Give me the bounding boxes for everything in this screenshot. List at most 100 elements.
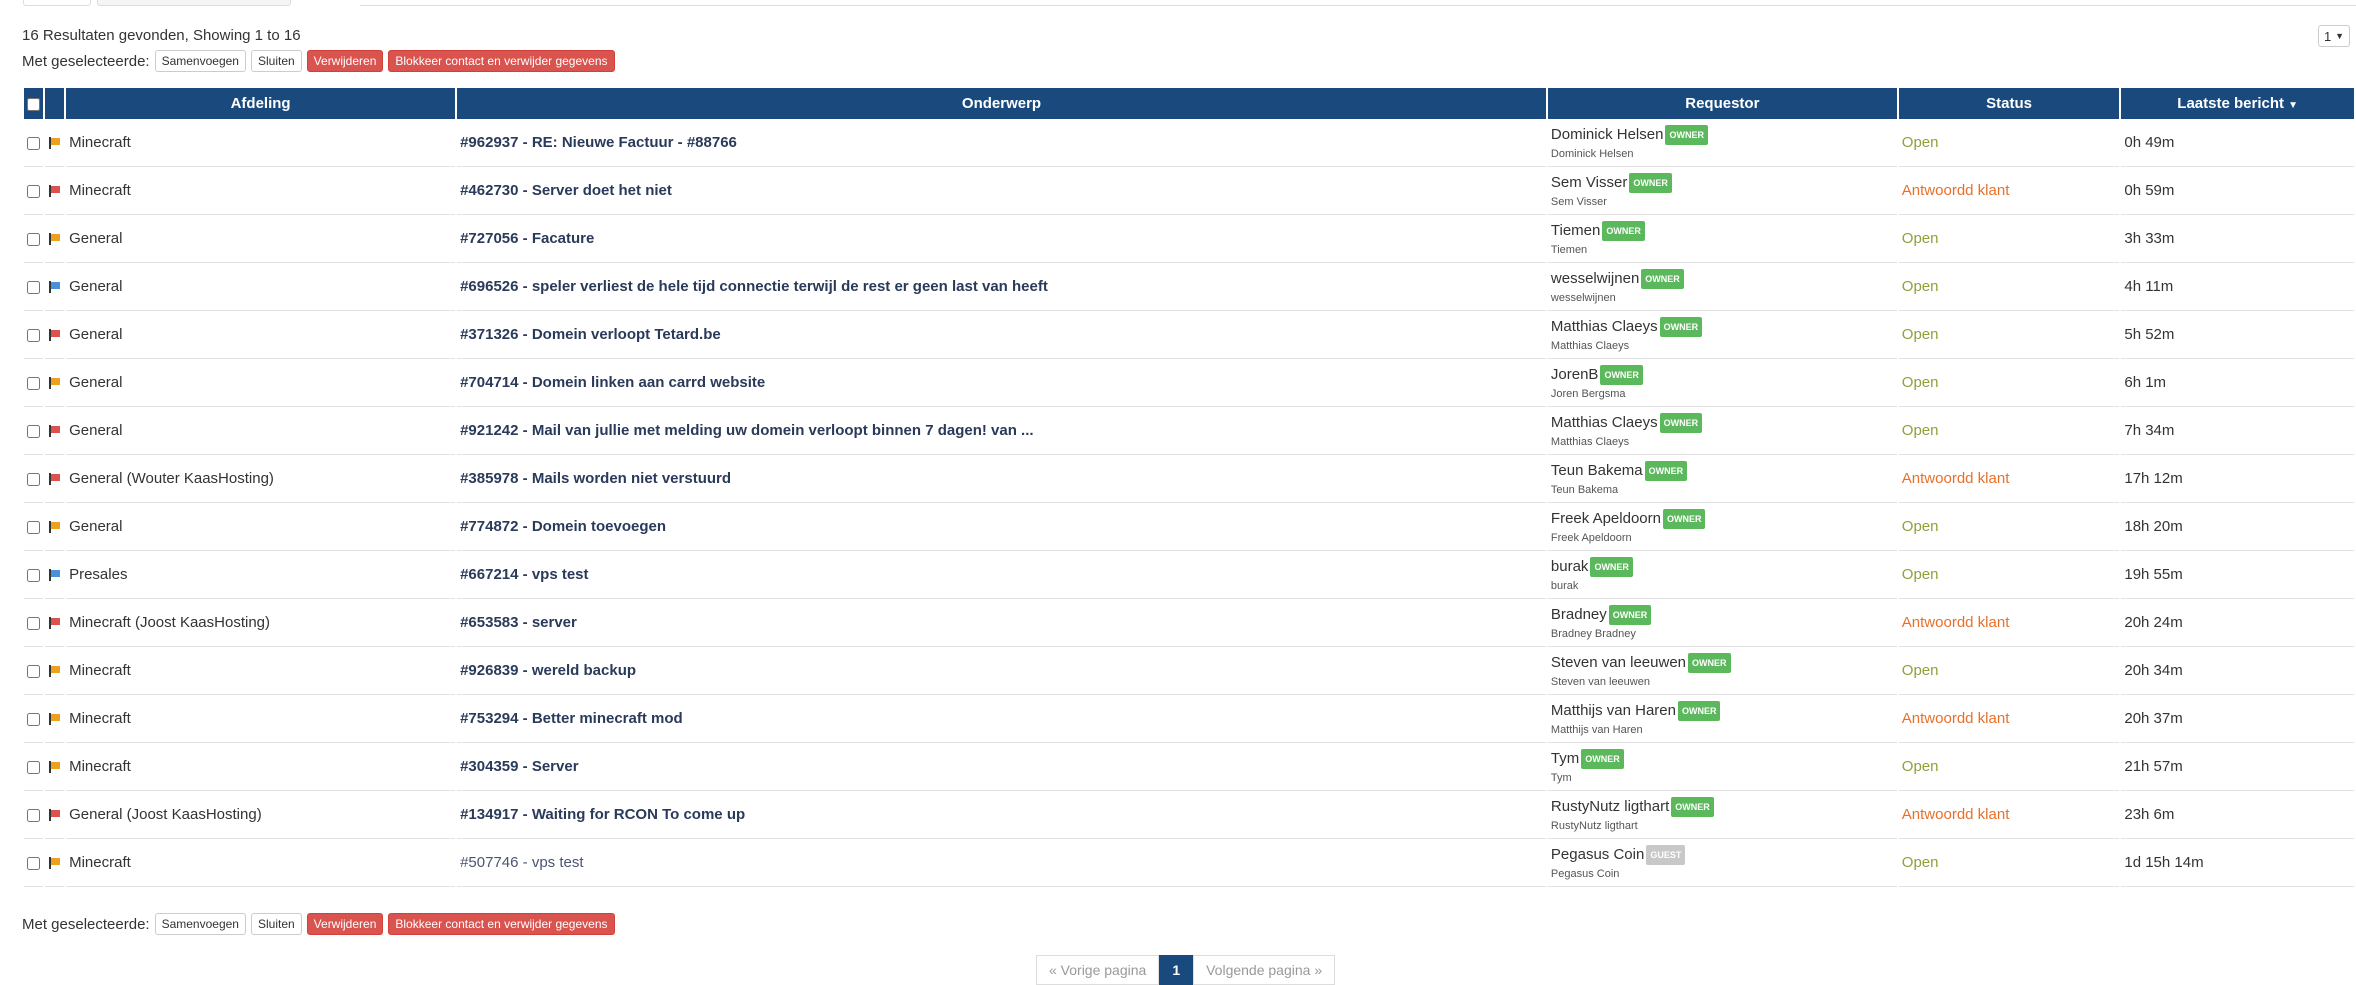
table-row[interactable]: Minecraft #304359 - Server Tym OWNER Tym Open… <box>24 743 2354 791</box>
ticket-subject-link[interactable]: #385978 - Mails worden niet verstuurd <box>460 470 731 487</box>
requestor-header[interactable]: Requestor <box>1547 88 1897 119</box>
requestor-name[interactable]: Steven van leeuwen <box>1551 654 1686 671</box>
table-row[interactable]: General #774872 - Domein toevoegen Freek A… <box>24 503 2354 551</box>
table-row[interactable]: Presales #667214 - vps test burak OWNER bura… <box>24 551 2354 599</box>
row-checkbox[interactable] <box>27 136 41 150</box>
table-row[interactable]: General #921242 - Mail van jullie met mel… <box>24 407 2354 455</box>
table-row[interactable]: General #727056 - Facature Tiemen OWNER Tiem… <box>24 215 2354 263</box>
next-page-link[interactable]: Volgende pagina » <box>1193 955 1336 985</box>
requestor-name[interactable]: Sem Visser <box>1551 174 1627 191</box>
select-all-checkbox[interactable] <box>27 97 41 111</box>
merge-button[interactable]: Samenvoegen <box>154 50 246 72</box>
ticket-subject-link[interactable]: #304359 - Server <box>460 758 578 775</box>
merge-button[interactable]: Samenvoegen <box>154 913 246 935</box>
last-reply-cell: 3h 33m <box>2121 215 2354 263</box>
status-header[interactable]: Status <box>1898 88 2120 119</box>
ticket-subject-link[interactable]: #371326 - Domein verloopt Tetard.be <box>460 326 721 343</box>
requestor-name[interactable]: Bradney <box>1551 606 1607 623</box>
close-button[interactable]: Sluiten <box>250 913 302 935</box>
prev-page-link[interactable]: « Vorige pagina <box>1036 955 1160 985</box>
row-checkbox[interactable] <box>27 328 41 342</box>
row-checkbox[interactable] <box>27 616 41 630</box>
close-button[interactable]: Sluiten <box>250 50 302 72</box>
department-cell: Minecraft <box>66 647 456 695</box>
block-contact-button[interactable]: Blokkeer contact en verwijder gegevens <box>388 50 615 72</box>
page-select-value: 1 <box>2324 28 2332 44</box>
row-checkbox[interactable] <box>27 376 41 390</box>
requestor-cell: RustyNutz ligthart OWNER RustyNutz ligthar… <box>1547 791 1897 839</box>
table-row[interactable]: General #371326 - Domein verloopt Tetard.… <box>24 311 2354 359</box>
role-badge: OWNER <box>1659 412 1703 433</box>
requestor-name[interactable]: Freek Apeldoorn <box>1551 510 1661 527</box>
ticket-subject-link[interactable]: #667214 - vps test <box>460 566 588 583</box>
requestor-name[interactable]: Tiemen <box>1551 222 1600 239</box>
ticket-subject-link[interactable]: #134917 - Waiting for RCON To come up <box>460 806 745 823</box>
row-checkbox[interactable] <box>27 712 41 726</box>
ticket-subject-link[interactable]: #507746 - vps test <box>460 854 583 871</box>
tab-2[interactable] <box>97 0 291 6</box>
row-checkbox[interactable] <box>27 568 41 582</box>
status-cell: Open <box>1898 551 2120 599</box>
flag-cell <box>45 839 65 887</box>
requestor-subname: Teun Bakema <box>1550 483 1619 496</box>
table-row[interactable]: Minecraft #507746 - vps test Pegasus Coin G… <box>24 839 2354 887</box>
ticket-subject-link[interactable]: #962937 - RE: Nieuwe Factuur - #88766 <box>460 134 737 151</box>
table-row[interactable]: Minecraft #753294 - Better minecraft mod M… <box>24 695 2354 743</box>
current-page[interactable]: 1 <box>1159 955 1194 985</box>
table-row[interactable]: General (Joost KaasHosting) #134917 - Wai… <box>24 791 2354 839</box>
ticket-subject-link[interactable]: #753294 - Better minecraft mod <box>460 710 683 727</box>
ticket-subject-link[interactable]: #727056 - Facature <box>460 230 594 247</box>
row-checkbox[interactable] <box>27 424 41 438</box>
requestor-name[interactable]: JorenB <box>1551 366 1599 383</box>
row-checkbox[interactable] <box>27 184 41 198</box>
ticket-subject-link[interactable]: #926839 - wereld backup <box>460 662 636 679</box>
row-checkbox[interactable] <box>27 760 41 774</box>
delete-button[interactable]: Verwijderen <box>306 913 384 935</box>
ticket-subject-link[interactable]: #653583 - server <box>460 614 577 631</box>
requestor-name[interactable]: Matthias Claeys <box>1551 318 1658 335</box>
ticket-subject-link[interactable]: #921242 - Mail van jullie met melding uw… <box>460 422 1033 439</box>
row-checkbox[interactable] <box>27 856 41 870</box>
ticket-subject-link[interactable]: #696526 - speler verliest de hele tijd c… <box>460 278 1048 295</box>
flag-cell <box>45 599 65 647</box>
row-checkbox[interactable] <box>27 664 41 678</box>
requestor-name[interactable]: RustyNutz ligthart <box>1551 798 1669 815</box>
table-row[interactable]: General #704714 - Domein linken aan carrd… <box>24 359 2354 407</box>
table-row[interactable]: General (Wouter KaasHosting) #385978 - Ma… <box>24 455 2354 503</box>
department-header[interactable]: Afdeling <box>66 88 456 119</box>
requestor-name[interactable]: Pegasus Coin <box>1551 846 1644 863</box>
row-checkbox[interactable] <box>27 472 41 486</box>
requestor-name[interactable]: burak <box>1551 558 1589 575</box>
tab-1[interactable] <box>23 0 91 6</box>
block-contact-button[interactable]: Blokkeer contact en verwijder gegevens <box>388 913 615 935</box>
table-row[interactable]: Minecraft (Joost KaasHosting) #653583 - s… <box>24 599 2354 647</box>
ticket-subject-link[interactable]: #774872 - Domein toevoegen <box>460 518 666 535</box>
ticket-subject-link[interactable]: #462730 - Server doet het niet <box>460 182 672 199</box>
requestor-name[interactable]: Dominick Helsen <box>1551 126 1664 143</box>
row-checkbox[interactable] <box>27 280 41 294</box>
requestor-name-line: Teun Bakema OWNER <box>1551 460 1894 481</box>
table-row[interactable]: Minecraft #462730 - Server doet het niet S… <box>24 167 2354 215</box>
subject-header[interactable]: Onderwerp <box>457 88 1546 119</box>
table-row[interactable]: General #696526 - speler verliest de hele… <box>24 263 2354 311</box>
requestor-cell: Matthias Claeys OWNER Matthias Claeys <box>1547 407 1897 455</box>
requestor-name[interactable]: Tym <box>1551 750 1579 767</box>
row-checkbox[interactable] <box>27 808 41 822</box>
row-checkbox[interactable] <box>27 520 41 534</box>
table-row[interactable]: Minecraft #962937 - RE: Nieuwe Factuur - … <box>24 119 2354 167</box>
requestor-name[interactable]: Matthijs van Haren <box>1551 702 1676 719</box>
subject-cell: #653583 - server <box>457 599 1546 647</box>
requestor-name[interactable]: Teun Bakema <box>1551 462 1643 479</box>
last-reply-header[interactable]: Laatste bericht ▼ <box>2121 88 2354 119</box>
row-checkbox[interactable] <box>27 232 41 246</box>
status-cell: Open <box>1898 407 2120 455</box>
ticket-subject-link[interactable]: #704714 - Domein linken aan carrd websit… <box>460 374 765 391</box>
requestor-name[interactable]: Matthias Claeys <box>1551 414 1658 431</box>
page-select[interactable]: 1 ▼ <box>2318 25 2350 47</box>
row-select-cell <box>24 599 44 647</box>
delete-button[interactable]: Verwijderen <box>306 50 384 72</box>
table-row[interactable]: Minecraft #926839 - wereld backup Steven v… <box>24 647 2354 695</box>
requestor-name[interactable]: wesselwijnen <box>1551 270 1639 287</box>
row-select-cell <box>24 263 44 311</box>
requestor-name-line: burak OWNER <box>1551 556 1894 577</box>
